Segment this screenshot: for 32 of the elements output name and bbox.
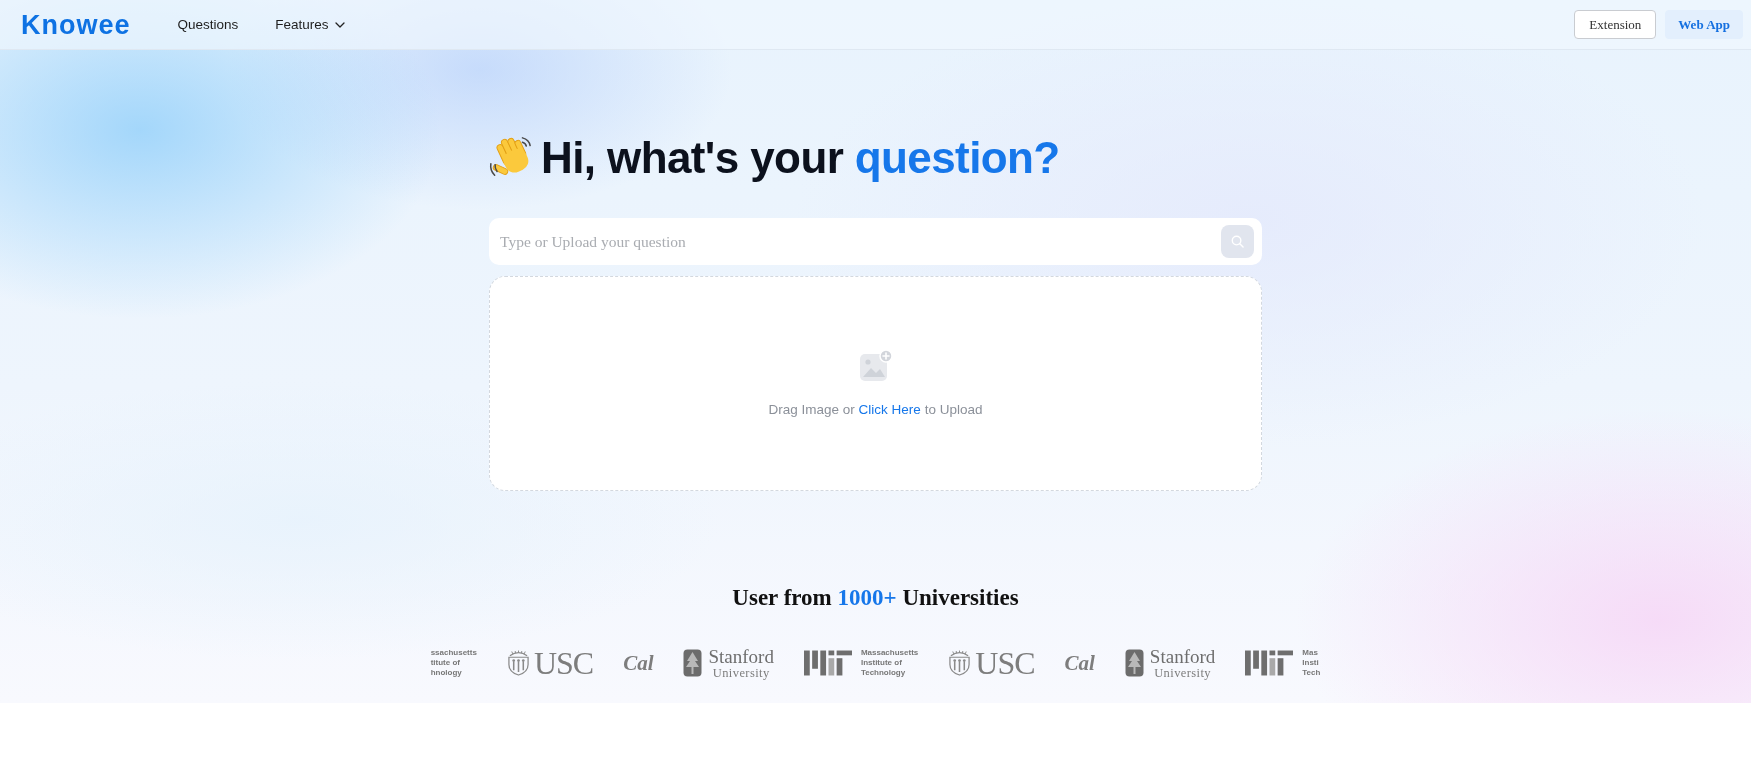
logo-wordmark: Cal <box>623 651 654 675</box>
logo-text: Mas Insti Tech <box>1302 648 1321 678</box>
upload-dropzone[interactable]: Drag Image or Click Here to Upload <box>489 276 1262 491</box>
logo-wordmark: Cal <box>1064 651 1095 675</box>
logo-subtitle: University <box>1154 665 1211 680</box>
shield-icon <box>506 650 530 676</box>
chevron-down-icon <box>334 21 345 28</box>
logo-text: ssachusetts titute of hnology <box>430 648 477 678</box>
search-icon <box>1231 235 1244 248</box>
brand-logo[interactable]: Knowee <box>21 8 131 41</box>
search-button[interactable] <box>1221 225 1254 258</box>
upload-hint: Drag Image or Click Here to Upload <box>768 401 983 418</box>
logo-text: Massachusetts Institute of Technology <box>860 648 919 678</box>
bars-logo-icon <box>1245 650 1294 676</box>
shield-icon <box>948 650 972 676</box>
tree-emblem-icon <box>683 649 703 677</box>
click-here-link[interactable]: Click Here <box>858 402 921 417</box>
logo-wordmark: USC <box>975 647 1035 679</box>
bars-logo-icon <box>803 650 852 676</box>
search-field[interactable]: Type or Upload your question <box>489 218 1262 265</box>
nav-link[interactable]: Questions <box>177 15 239 34</box>
nav-dropdown[interactable]: Features <box>275 15 345 34</box>
header-button[interactable]: Web App <box>1665 10 1743 39</box>
logo-wordmark: USC <box>533 647 594 679</box>
logo-subtitle: University <box>712 665 770 680</box>
logo-wordmark: Stanford <box>708 646 774 666</box>
image-add-icon <box>858 349 893 383</box>
hero-heading: Hi, what's your question? <box>541 133 1060 183</box>
header-button[interactable]: Extension <box>1574 10 1657 39</box>
tree-emblem-icon <box>1124 649 1144 677</box>
logo-wordmark: Stanford <box>1149 646 1216 666</box>
universities-heading: User from 1000+ Universities <box>732 584 1019 612</box>
